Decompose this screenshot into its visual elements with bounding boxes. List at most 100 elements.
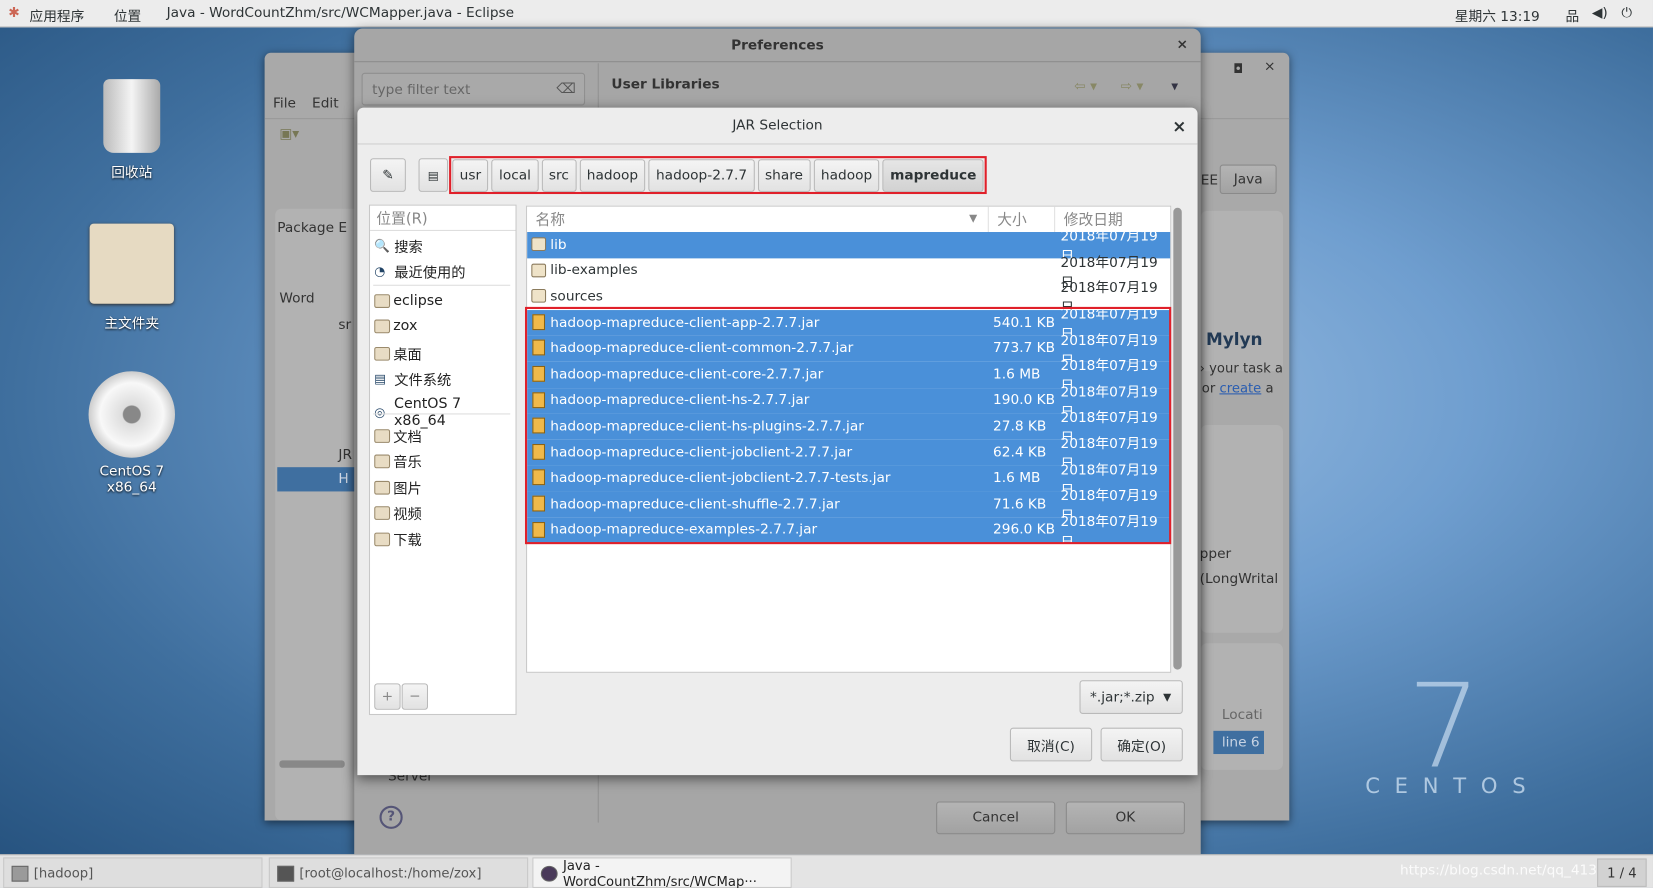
taskbar-label: [hadoop] [33, 864, 94, 881]
filter-placeholder: type filter text [372, 82, 471, 99]
places-sidebar: 位置(R) 🔍 搜索 ◔ 最近使用的 eclipse zox 桌面 ▤ 文件系统 ◎ CentOS … [368, 204, 517, 716]
menu-edit[interactable]: Edit [312, 96, 339, 112]
text: or [1201, 379, 1220, 396]
type-location-button[interactable]: ✎ [370, 158, 406, 192]
places-menu[interactable]: 位置 [114, 5, 141, 25]
window-maximize-icon[interactable]: ◘ [1233, 61, 1243, 76]
taskbar-item-hadoop[interactable]: [hadoop] [3, 857, 263, 888]
desktop-icon-label: 主文件夹 [104, 316, 160, 333]
place-item[interactable]: ◔ 最近使用的 [374, 260, 465, 282]
desktop-icon-cd[interactable]: CentOS 7 x86_64 [74, 371, 190, 496]
filesystem-root-button[interactable]: ▤ [418, 158, 449, 192]
place-item[interactable]: 图片 [374, 477, 422, 498]
tree-item[interactable]: JR [338, 447, 352, 463]
folder-icon [531, 237, 547, 251]
vertical-scrollbar[interactable] [1173, 207, 1182, 670]
mylyn-text-2: or create a [1202, 380, 1274, 396]
place-item[interactable]: 文档 [374, 425, 422, 446]
place-item[interactable]: ▤ 文件系统 [374, 368, 451, 389]
tree-item[interactable]: Word [279, 291, 314, 307]
place-item[interactable]: 下载 [374, 528, 422, 550]
network-icon[interactable]: 品 [1565, 5, 1579, 25]
cd-icon [88, 371, 175, 458]
clock[interactable]: 星期六 13:19 [1455, 5, 1540, 25]
filter-input[interactable]: type filter text ⌫ [361, 72, 586, 106]
file-filter-select[interactable]: *.jar;*.zip ▼ [1079, 680, 1183, 714]
column-size[interactable]: 大小 [988, 206, 1056, 233]
file-name: lib-examples [550, 263, 638, 279]
place-label: 图片 [393, 480, 422, 498]
create-link[interactable]: create [1219, 380, 1261, 396]
cancel-button[interactable]: Cancel [936, 801, 1056, 835]
tree-item-selected[interactable]: H [338, 471, 348, 487]
documents-folder-icon [374, 428, 391, 443]
path-button-hadoop-2.7.7[interactable]: hadoop-2.7.7 [648, 159, 755, 192]
help-icon[interactable]: ? [379, 805, 403, 829]
place-item[interactable]: 视频 [374, 502, 422, 523]
path-button-hadoop[interactable]: hadoop [579, 159, 646, 192]
jar-files-highlight [524, 306, 1172, 545]
close-icon[interactable]: × [1172, 116, 1186, 136]
folder-icon [531, 289, 547, 303]
ok-button[interactable]: 确定(O) [1100, 727, 1183, 762]
volume-icon[interactable]: ◀) [1592, 5, 1608, 21]
desktop-folder-icon [374, 346, 391, 361]
remove-bookmark-button[interactable]: − [401, 683, 429, 710]
path-button-local[interactable]: local [491, 159, 539, 192]
outline-item[interactable]: (LongWrital [1200, 572, 1278, 588]
power-icon[interactable]: ⏻ [1621, 5, 1632, 21]
watermark: https://blog.csdn.net/qq_4131 [1399, 862, 1606, 879]
jar-selection-dialog: JAR Selection × ✎ ▤ usr local src hadoop had… [357, 107, 1198, 776]
place-label: 文件系统 [394, 372, 452, 390]
path-button-hadoop[interactable]: hadoop [813, 159, 880, 192]
cancel-button[interactable]: 取消(C) [1009, 727, 1093, 762]
workspace-switcher[interactable]: 1 / 4 [1597, 858, 1647, 887]
place-item[interactable]: eclipse [374, 292, 443, 309]
place-label: zox [393, 317, 418, 335]
back-icon[interactable]: ⇦ ▾ [1074, 79, 1097, 95]
location-column-header[interactable]: Locati [1222, 708, 1263, 724]
path-button-src[interactable]: src [541, 159, 577, 192]
terminal-icon [277, 865, 295, 882]
outline-item[interactable]: pper [1200, 546, 1231, 562]
taskbar-item-eclipse[interactable]: Java - WordCountZhm/src/WCMap··· [532, 856, 792, 888]
desktop-icon-home[interactable]: 主文件夹 [74, 223, 190, 333]
sort-icon: ▼ [969, 213, 978, 225]
new-icon[interactable]: ▣▾ [279, 127, 299, 143]
place-label: 下载 [393, 532, 422, 550]
tree-item[interactable]: sr [338, 317, 351, 333]
path-button-mapreduce[interactable]: mapreduce [882, 159, 984, 192]
downloads-folder-icon [374, 532, 391, 546]
taskbar-item-terminal[interactable]: [root@localhost:/home/zox] [268, 857, 529, 888]
forward-icon[interactable]: ⇨ ▾ [1121, 79, 1144, 95]
mylyn-title: Mylyn [1206, 329, 1263, 350]
view-menu-icon[interactable]: ▾ [1171, 79, 1178, 95]
path-button-share[interactable]: share [757, 159, 811, 192]
desktop-icon-trash[interactable]: 回收站 [74, 79, 190, 181]
drive-icon: ▤ [374, 371, 387, 386]
window-close-icon[interactable]: × [1264, 59, 1275, 75]
package-explorer-tab[interactable]: Package E [277, 220, 347, 236]
taskbar-label: [root@localhost:/home/zox] [299, 864, 482, 881]
folder-icon [374, 293, 391, 308]
places-header: 位置(R) [370, 206, 516, 231]
java-perspective-button[interactable]: Java [1219, 164, 1277, 195]
column-name[interactable]: 名称 ▼ [527, 206, 989, 233]
ok-button[interactable]: OK [1065, 801, 1185, 835]
applications-menu[interactable]: 应用程序 [30, 5, 85, 25]
location-cell[interactable]: line 6 [1222, 735, 1260, 751]
place-item[interactable]: 🔍 搜索 [374, 235, 422, 256]
place-label: 搜索 [394, 239, 423, 257]
place-item[interactable]: zox [374, 317, 417, 334]
place-item[interactable]: 音乐 [374, 450, 422, 471]
close-icon[interactable]: × [1176, 37, 1187, 53]
top-panel: ✱ 应用程序 位置 Java - WordCountZhm/src/WCMapp… [0, 0, 1653, 28]
path-button-usr[interactable]: usr [452, 159, 489, 192]
horizontal-scrollbar[interactable] [279, 760, 345, 768]
clear-icon[interactable]: ⌫ [556, 81, 575, 97]
filter-value: *.jar;*.zip [1090, 689, 1155, 706]
taskbar-label: Java - WordCountZhm/src/WCMap··· [562, 856, 757, 888]
place-item[interactable]: 桌面 [374, 343, 422, 364]
menu-file[interactable]: File [273, 96, 296, 112]
add-bookmark-button[interactable]: + [374, 683, 401, 710]
